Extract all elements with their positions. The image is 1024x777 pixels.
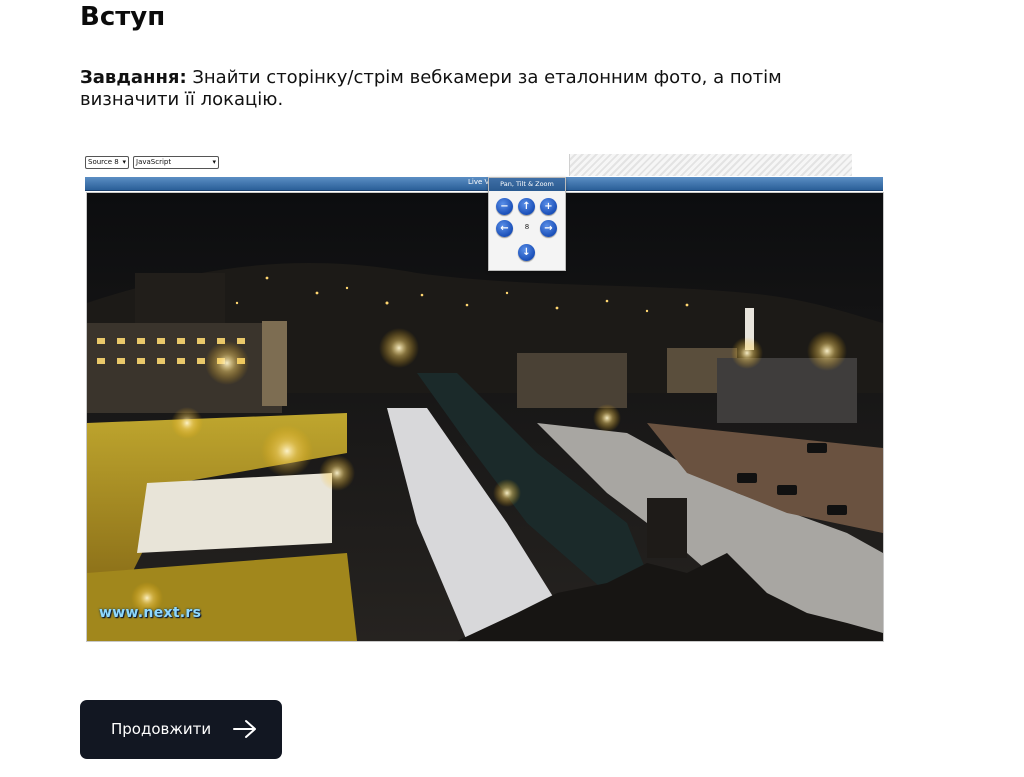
ptz-speed-value: 8 [524, 223, 530, 231]
zoom-out-icon: − [496, 198, 513, 215]
page-title: Вступ [80, 2, 166, 32]
script-select: JavaScript ▾ [133, 156, 219, 169]
arrow-left-icon: ← [496, 220, 513, 237]
live-view-label: Live V [468, 178, 490, 186]
arrow-up-icon: ↑ [518, 198, 535, 215]
hatched-area [569, 154, 852, 176]
ptz-control-panel: Pan, Tilt & Zoom − ↑ + ← 8 → ↓ [488, 177, 566, 271]
zoom-in-icon: + [540, 198, 557, 215]
city-night-scene [87, 193, 883, 641]
task-label: Завдання: [80, 67, 187, 88]
watermark-text: www.next.rs [99, 605, 202, 621]
source-select: Source 8 ▾ [85, 156, 129, 169]
ptz-title: Pan, Tilt & Zoom [489, 178, 565, 191]
continue-button[interactable]: Продовжити [80, 700, 282, 759]
webcam-night-view: www.next.rs [86, 192, 884, 642]
reference-webcam-screenshot: Source 8 ▾ JavaScript ▾ Live V www.next.… [84, 154, 884, 642]
arrow-right-icon: → [540, 220, 557, 237]
webcam-toolbar: Source 8 ▾ JavaScript ▾ [84, 154, 884, 178]
arrow-down-icon: ↓ [518, 244, 535, 261]
continue-button-label: Продовжити [111, 720, 212, 738]
arrow-right-icon [233, 720, 256, 738]
live-view-bar: Live V [85, 177, 883, 191]
task-description: Завдання: Знайти сторінку/стрім вебкамер… [80, 67, 840, 111]
